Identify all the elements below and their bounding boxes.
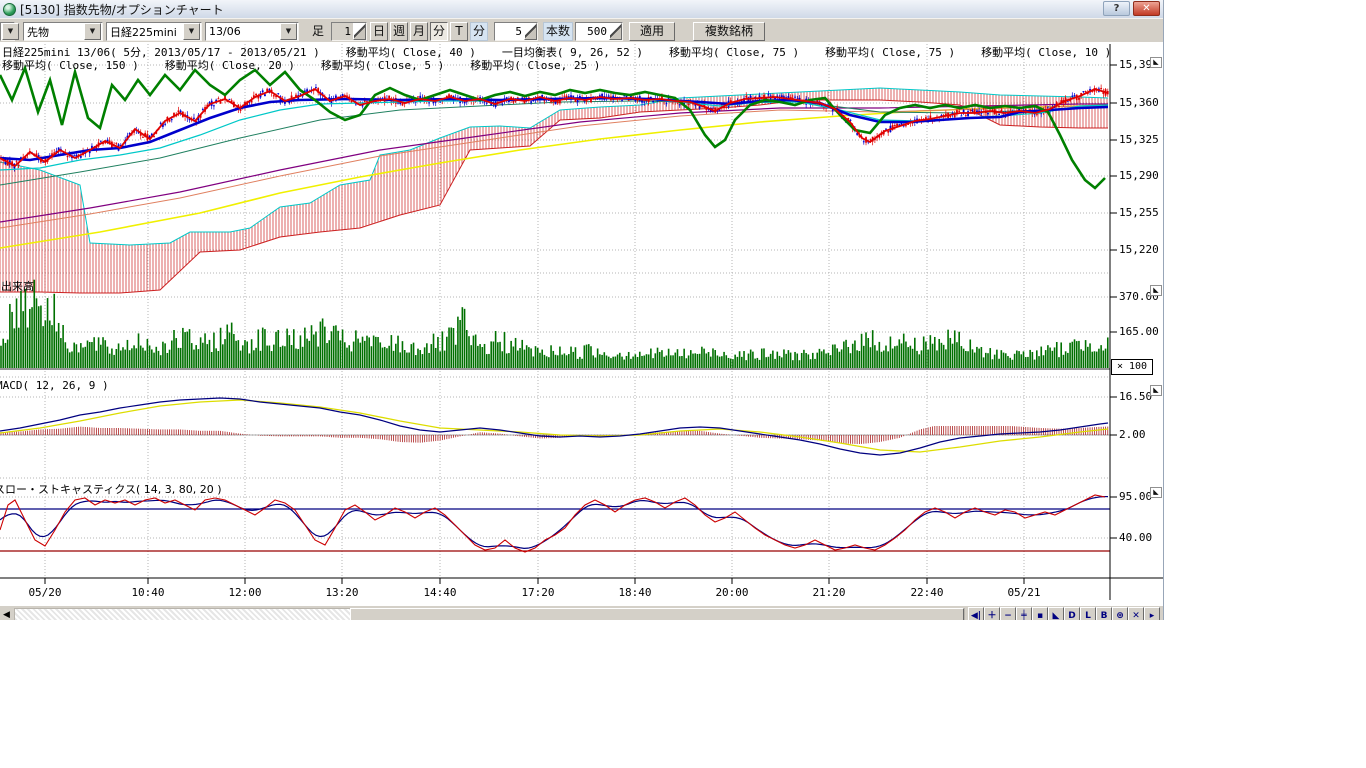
y-axis-tick-label: 15,360	[1119, 96, 1159, 109]
help-button[interactable]: ?	[1103, 1, 1130, 16]
minute-value: 5	[495, 23, 524, 40]
y-axis-tick-label: 165.00	[1119, 325, 1159, 338]
interval-stepper[interactable]: 1	[331, 22, 367, 41]
panel-scale-arrow-button[interactable]: ◣	[1150, 487, 1162, 498]
chart-tool-button-11[interactable]: ▸	[1144, 607, 1160, 620]
spinner-icon[interactable]	[524, 23, 537, 40]
window-title: [5130] 指数先物/オプションチャート	[20, 1, 224, 18]
category-value: 先物	[24, 24, 83, 40]
titlebar[interactable]: [5130] 指数先物/オプションチャート ? ✕	[0, 0, 1163, 19]
panel-scale-arrow-button[interactable]: ◣	[1150, 57, 1162, 68]
bars-label: 本数	[543, 22, 573, 41]
chevron-down-icon[interactable]: ▼	[183, 23, 200, 40]
horizontal-scrollbar[interactable]: ◀ ◀|＋−╪▪◣DLB⊛✕▸	[0, 606, 1163, 620]
x-axis-tick-label: 18:40	[618, 586, 651, 599]
app-icon	[3, 3, 16, 16]
instrument-dropdown[interactable]: 日経225mini ▼	[106, 22, 202, 41]
y-axis-tick-label: 15,255	[1119, 206, 1159, 219]
chart-tool-button-1[interactable]: ＋	[984, 607, 1000, 620]
x-axis-tick-label: 14:40	[423, 586, 456, 599]
legend-item: 移動平均( Close, 10 )	[981, 46, 1111, 59]
price-chart-canvas[interactable]	[0, 42, 1163, 620]
period-button-2[interactable]: 月	[410, 22, 428, 41]
x-axis-tick-label: 17:20	[521, 586, 554, 599]
chart-tool-button-9[interactable]: ⊛	[1112, 607, 1128, 620]
stoch-panel-label: スロー・ストキャスティクス( 14, 3, 80, 20 )	[0, 481, 222, 497]
chart-tool-button-2[interactable]: −	[1000, 607, 1016, 620]
close-button[interactable]: ✕	[1133, 1, 1160, 16]
bars-value: 500	[576, 23, 609, 40]
chart-tool-button-3[interactable]: ╪	[1016, 607, 1032, 620]
legend-item: 移動平均( Close, 150 )	[2, 59, 139, 72]
legend-item: 移動平均( Close, 20 )	[165, 59, 295, 72]
chart-tool-button-8[interactable]: B	[1096, 607, 1112, 620]
x-axis-tick-label: 22:40	[910, 586, 943, 599]
x-axis-tick-label: 21:20	[812, 586, 845, 599]
y-axis-tick-label: 16.50	[1119, 390, 1152, 403]
multi-symbol-button[interactable]: 複数銘柄	[693, 22, 765, 41]
panel-scale-arrow-button[interactable]: ◣	[1150, 385, 1162, 396]
volume-panel-label: 出来高	[1, 278, 34, 294]
y-axis-tick-label: 2.00	[1119, 428, 1146, 441]
period-button-1[interactable]: 週	[390, 22, 408, 41]
contract-month-dropdown[interactable]: 13/06 ▼	[205, 22, 299, 41]
period-button-3[interactable]: 分	[430, 22, 448, 41]
x-axis-tick-label: 05/21	[1007, 586, 1040, 599]
interval-value: 1	[332, 23, 353, 40]
volume-multiplier-badge: × 100	[1111, 359, 1153, 375]
y-axis-tick-label: 15,325	[1119, 133, 1159, 146]
legend-item: 移動平均( Close, 5 )	[321, 59, 444, 72]
period-button-0[interactable]: 日	[370, 22, 388, 41]
panel-scale-arrow-button[interactable]: ◣	[1150, 285, 1162, 296]
legend-row-2: 移動平均( Close, 150 ) 移動平均( Close, 20 ) 移動平均(…	[2, 57, 626, 73]
scroll-left-arrow-icon[interactable]: ◀	[0, 606, 13, 620]
bars-stepper[interactable]: 500	[575, 22, 623, 41]
chevron-down-icon[interactable]: ▼	[84, 23, 101, 40]
minute-stepper[interactable]: 5	[494, 22, 538, 41]
category-dropdown[interactable]: 先物 ▼	[23, 22, 103, 41]
y-axis-tick-label: 15,290	[1119, 169, 1159, 182]
contract-value: 13/06	[206, 25, 279, 38]
ashi-label: 足	[312, 22, 324, 41]
chart-tool-button-4[interactable]: ▪	[1032, 607, 1048, 620]
legend-item: 移動平均( Close, 75 )	[825, 46, 955, 59]
y-axis-tick-label: 40.00	[1119, 531, 1152, 544]
minute-unit-label: 分	[470, 22, 488, 41]
x-axis-tick-label: 20:00	[715, 586, 748, 599]
chart-tool-button-7[interactable]: L	[1080, 607, 1096, 620]
macd-panel-label: MACD( 12, 26, 9 )	[0, 379, 109, 392]
chart-area[interactable]: 日経225mini 13/06( 5分, 2013/05/17 - 2013/0…	[0, 42, 1163, 620]
x-axis-tick-label: 10:40	[131, 586, 164, 599]
x-axis-tick-label: 05/20	[28, 586, 61, 599]
scrollbar-thumb[interactable]	[350, 608, 964, 620]
chart-window: [5130] 指数先物/オプションチャート ? ✕ ▼ 先物 ▼ 日経225mi…	[0, 0, 1164, 620]
chevron-down-icon[interactable]: ▼	[2, 23, 19, 40]
screen: [5130] 指数先物/オプションチャート ? ✕ ▼ 先物 ▼ 日経225mi…	[0, 0, 1366, 768]
y-axis-tick-label: 95.00	[1119, 490, 1152, 503]
apply-button[interactable]: 適用	[629, 22, 675, 41]
period-button-4[interactable]: T	[450, 22, 468, 41]
spinner-icon[interactable]	[609, 23, 622, 40]
legend-item: 移動平均( Close, 25 )	[470, 59, 600, 72]
spinner-icon[interactable]	[353, 23, 366, 40]
x-axis-tick-label: 13:20	[325, 586, 358, 599]
chart-tool-button-5[interactable]: ◣	[1048, 607, 1064, 620]
chart-tool-button-10[interactable]: ✕	[1128, 607, 1144, 620]
toolbar: ▼ 先物 ▼ 日経225mini ▼ 13/06 ▼ 足 1 日週月分T 分	[0, 18, 1163, 44]
y-axis-tick-label: 15,220	[1119, 243, 1159, 256]
leftmost-dropdown-fragment[interactable]: ▼	[0, 22, 15, 41]
instrument-value: 日経225mini	[107, 24, 182, 40]
chart-tool-button-6[interactable]: D	[1064, 607, 1080, 620]
legend-item: 移動平均( Close, 75 )	[669, 46, 799, 59]
x-axis-tick-label: 12:00	[228, 586, 261, 599]
chart-tool-button-0[interactable]: ◀|	[968, 607, 984, 620]
chevron-down-icon[interactable]: ▼	[280, 23, 297, 40]
